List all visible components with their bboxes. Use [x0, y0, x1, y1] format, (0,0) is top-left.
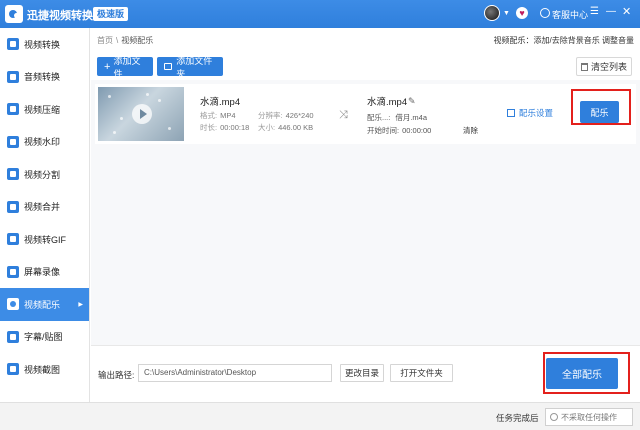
- video-thumbnail[interactable]: [98, 87, 184, 141]
- pencil-icon[interactable]: ✎: [408, 96, 416, 107]
- sidebar-item-label: 视频水印: [24, 137, 61, 148]
- clear-list-label: 清空列表: [590, 62, 627, 72]
- music-settings-link[interactable]: 配乐设置: [507, 107, 553, 119]
- sidebar-item-label: 视频压缩: [24, 104, 61, 115]
- video-convert-icon: [7, 38, 19, 51]
- play-icon[interactable]: [132, 104, 152, 124]
- screenshot-icon: [7, 363, 19, 376]
- file-resolution: 分辨率: 426*240: [258, 111, 314, 120]
- close-icon[interactable]: ✕: [622, 7, 631, 18]
- page-description: 视频配乐：添加/去除背景音乐 调整音量: [493, 36, 634, 45]
- vip-icon[interactable]: ♥: [516, 7, 528, 19]
- file-list: 水滴.mp4 格式: MP4 分辨率: 426*240 时长: 00:00:18 大小…: [91, 80, 640, 345]
- add-file-label: 添加文件: [113, 55, 141, 79]
- file-duration: 时长: 00:00:18: [200, 123, 250, 132]
- subtitle-icon: [7, 330, 19, 343]
- clear-list-button[interactable]: 清空列表: [576, 57, 632, 76]
- service-icon[interactable]: [540, 8, 550, 18]
- breadcrumb: 首页 \ 视频配乐: [97, 35, 153, 46]
- add-folder-label: 添加文件夹: [176, 55, 213, 79]
- audio-convert-icon: [7, 70, 19, 83]
- add-file-button[interactable]: + 添加文件: [97, 56, 153, 79]
- service-center-link[interactable]: 客服中心: [552, 8, 588, 21]
- screen-record-icon: [7, 265, 19, 278]
- chevron-right-icon: ▶: [78, 301, 83, 308]
- sidebar-item-5[interactable]: 视频合并: [0, 191, 89, 224]
- sidebar-item-label: 屏幕录像: [24, 267, 61, 278]
- output-path-label: 输出路径:: [98, 370, 135, 380]
- music-settings-label: 配乐设置: [519, 108, 554, 118]
- sidebar-item-8[interactable]: 视频配乐 ▶: [0, 288, 89, 321]
- start-time: 开始时间: 00:00:00: [367, 126, 432, 135]
- chevron-down-icon[interactable]: ▼: [503, 10, 510, 17]
- sidebar: 视频转换音频转换视频压缩视频水印视频分割视频合并视频转GIF 屏幕录像视频配乐 ▶ 字…: [0, 28, 90, 402]
- menu-icon[interactable]: ☰: [590, 7, 600, 17]
- sidebar-item-label: 视频配乐: [24, 299, 61, 310]
- sidebar-item-label: 视频转换: [24, 39, 61, 50]
- sidebar-item-label: 视频合并: [24, 202, 61, 213]
- video-split-icon: [7, 168, 19, 181]
- folder-icon: [164, 63, 173, 70]
- sidebar-item-9[interactable]: 字幕/贴图: [0, 321, 89, 354]
- file-name: 水滴.mp4: [200, 97, 241, 108]
- sidebar-item-1[interactable]: 音频转换: [0, 61, 89, 94]
- clear-music-link[interactable]: 清除: [463, 125, 478, 136]
- sidebar-item-2[interactable]: 视频压缩: [0, 93, 89, 126]
- sidebar-item-4[interactable]: 视频分割: [0, 158, 89, 191]
- edit-icon: [507, 109, 515, 117]
- sidebar-item-label: 视频分割: [24, 169, 61, 180]
- list-item[interactable]: 水滴.mp4 格式: MP4 分辨率: 426*240 时长: 00:00:18 大小…: [95, 84, 636, 144]
- breadcrumb-current: 视频配乐: [121, 36, 154, 45]
- edition-badge: 极速版: [93, 7, 129, 21]
- status-bar: 任务完成后 不采取任何操作: [0, 402, 640, 430]
- sidebar-item-10[interactable]: 视频截图: [0, 353, 89, 386]
- video-watermark-icon: [7, 135, 19, 148]
- sidebar-item-6[interactable]: 视频转GIF: [0, 223, 89, 256]
- sidebar-item-7[interactable]: 屏幕录像: [0, 256, 89, 289]
- minimize-icon[interactable]: —: [606, 7, 616, 17]
- open-folder-button[interactable]: 打开文件夹: [390, 364, 453, 382]
- sidebar-item-label: 视频转GIF: [24, 234, 66, 245]
- sidebar-item-label: 音频转换: [24, 72, 61, 83]
- sidebar-item-0[interactable]: 视频转换: [0, 28, 89, 61]
- sidebar-item-label: 字幕/贴图: [24, 332, 63, 343]
- plus-icon: +: [104, 60, 111, 73]
- avatar[interactable]: [484, 5, 500, 21]
- add-folder-button[interactable]: 添加文件夹: [157, 56, 223, 79]
- breadcrumb-separator: \: [116, 36, 119, 45]
- after-task-select[interactable]: 不采取任何操作: [545, 408, 633, 426]
- sidebar-item-3[interactable]: 视频水印: [0, 126, 89, 159]
- highlight-frame: [571, 89, 631, 125]
- after-task-value: 不采取任何操作: [561, 412, 617, 422]
- change-directory-button[interactable]: 更改目录: [340, 364, 384, 382]
- output-file-name: 水滴.mp4: [367, 97, 408, 108]
- file-size: 大小: 446.00 KB: [258, 123, 314, 132]
- output-path-field[interactable]: C:\Users\Administrator\Desktop: [138, 364, 332, 382]
- video-compress-icon: [7, 103, 19, 116]
- video-merge-icon: [7, 200, 19, 213]
- file-format: 格式: MP4: [200, 111, 236, 120]
- clock-icon: [550, 413, 558, 421]
- video-gif-icon: [7, 233, 19, 246]
- highlight-frame: [543, 352, 630, 394]
- shuffle-icon: ⤨: [339, 109, 348, 121]
- trash-icon: [580, 62, 588, 71]
- music-file: 配乐...: 借月.m4a: [367, 113, 428, 122]
- title-bar: 迅捷视频转换器 极速版 ▼ ♥ 客服中心 ☰ — ✕: [0, 0, 640, 28]
- sidebar-item-label: 视频截图: [24, 364, 61, 375]
- after-task-label: 任务完成后: [496, 413, 539, 423]
- video-music-icon: [7, 298, 19, 311]
- breadcrumb-home[interactable]: 首页: [97, 36, 113, 45]
- app-logo-icon: [5, 5, 23, 23]
